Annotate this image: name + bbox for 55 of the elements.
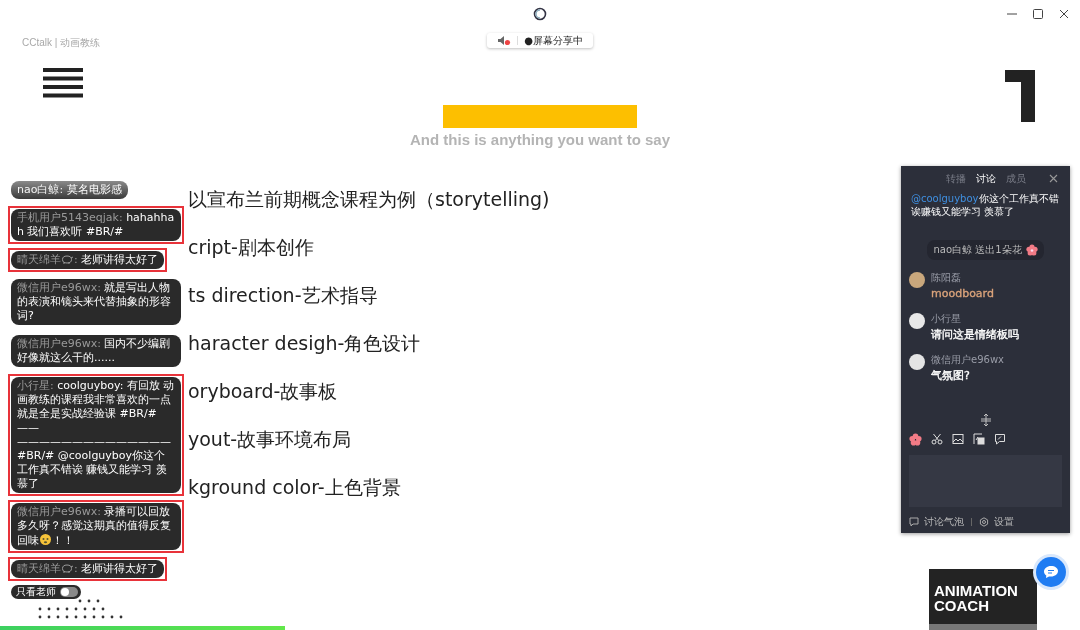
slide-subtitle: And this is anything you want to say — [410, 131, 670, 148]
image-icon[interactable] — [952, 433, 964, 445]
resize-handle-icon[interactable] — [980, 414, 991, 426]
avatar — [909, 354, 925, 370]
chat-message-text: 气氛图? — [931, 369, 971, 383]
footer-link[interactable]: 讨论气泡 — [924, 515, 964, 529]
chat-bubble-icon — [1043, 565, 1059, 579]
maximize-icon[interactable] — [1032, 8, 1044, 20]
chat-message-text: 请问这是情绪板吗 — [931, 328, 1019, 342]
share-status-text: ●屏幕分享中 — [524, 33, 583, 48]
mention-link[interactable]: @coolguyboy — [911, 193, 979, 204]
screenshot-icon[interactable] — [973, 433, 985, 445]
teacher-only-switch[interactable] — [60, 587, 78, 597]
chat-message-text: 晴天绵羊 : 老师讲得太好了 — [17, 562, 159, 576]
toggle-label: 只看老师 — [16, 586, 56, 598]
slide-bullet-text: yout-故事环境布局 — [188, 427, 352, 451]
sender-name: 小行星 — [931, 313, 962, 325]
settings-icon[interactable] — [979, 517, 989, 527]
logo-text: ANIMATION — [934, 583, 1019, 598]
chat-message-text: moodboard — [931, 287, 994, 301]
chat-message-text: 微信用户e96wx: 就是写出人物的表演和镜头来代替抽象的形容词? — [17, 281, 172, 323]
close-icon[interactable] — [1049, 174, 1058, 183]
sender-name: 陈阳磊 — [931, 272, 962, 284]
logo-text: COACH — [934, 598, 990, 613]
chat-edit-icon[interactable] — [994, 433, 1006, 445]
chat-message-text: 小行星: coolguyboy: 有回放 动画教练的课程我非常喜欢的一点就是全是实战经验课 #BR/#—— —————————————— #BR/# @coolguyboy你这个工作真不错诶 赚钱又能学习 羡慕了 — [17, 379, 175, 491]
chat-message-text: nao白鲸: 莫名电影感 — [17, 183, 122, 197]
slide-bullet-text: cript-剧本创作 — [188, 235, 314, 259]
slide-bullet-text: ts direction-艺术指导 — [188, 283, 378, 307]
slide-bullet-text: oryboard-故事板 — [188, 379, 338, 403]
chat-message-text: 晴天绵羊 : 老师讲得太好了 — [17, 253, 159, 267]
footer-link[interactable]: 设置 — [994, 515, 1014, 529]
close-icon[interactable] — [1058, 8, 1070, 20]
scissors-icon[interactable] — [931, 433, 943, 445]
corner-mark-icon — [1005, 70, 1035, 122]
avatar — [909, 313, 925, 329]
chat-fab-button[interactable] — [1036, 557, 1066, 587]
app-logo-icon — [533, 7, 547, 21]
panel-tab[interactable]: 讨论 — [975, 172, 996, 186]
speaker-muted-icon[interactable] — [497, 35, 512, 46]
slide-bullet-text: 以宣布兰前期概念课程为例（storytelling) — [188, 187, 550, 211]
app-title: CCtalk | 动画教练 — [22, 36, 102, 50]
chat-message-text: 微信用户e96wx: 录播可以回放多久呀？感觉这期真的值得反复回味 ！！ — [17, 505, 172, 548]
slide-bullet-text: haracter desigh-角色设计 — [188, 331, 421, 355]
chat-message-text: 微信用户e96wx: 国内不少编剧好像就这么干的...... — [17, 337, 172, 365]
flower-icon[interactable] — [909, 432, 922, 446]
slide-bullet-text: kground color-上色背景 — [188, 475, 401, 499]
chat-message-text: @coolguyboy你这个工作真不错诶赚钱又能学习 羡慕了 — [911, 192, 1060, 218]
menu-icon[interactable] — [43, 68, 83, 98]
flower-icon — [1025, 244, 1038, 256]
avatar — [909, 272, 925, 288]
gift-text: nao白鲸 送出1朵花 — [933, 243, 1022, 257]
chat-message-text: 手机用户5143eqjak: hahahhah 我们喜欢听 #BR/# — [17, 211, 175, 239]
sender-name: 微信用户e96wx — [931, 354, 1004, 366]
chat-bubble-icon[interactable] — [909, 517, 919, 527]
